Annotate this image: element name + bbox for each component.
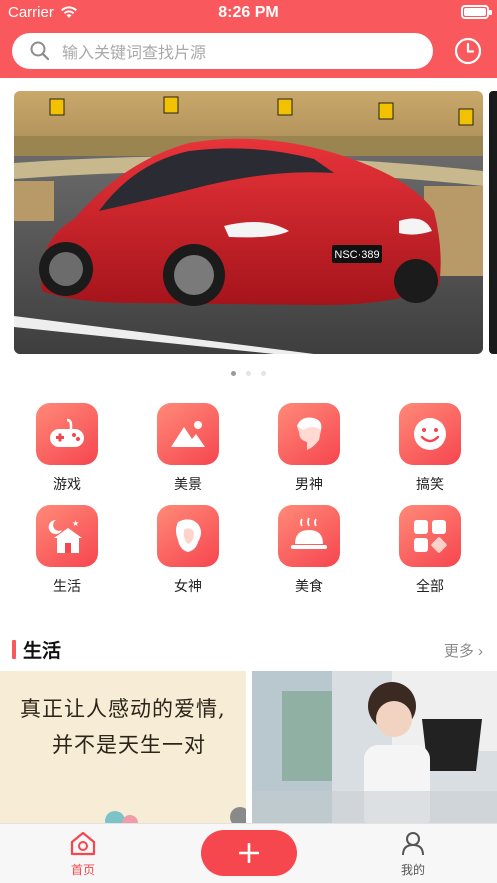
status-time: 8:26 PM — [218, 4, 279, 21]
tab-home[interactable]: 首页 — [53, 830, 113, 878]
chevron-right-icon: › — [478, 643, 483, 660]
clock-icon[interactable] — [453, 36, 483, 66]
category-funny[interactable]: 搞笑 — [395, 403, 465, 494]
grid-icon — [414, 520, 447, 553]
plus-icon — [239, 843, 259, 863]
category-label: 美景 — [174, 476, 202, 492]
more-label: 更多 — [443, 643, 474, 660]
section-title: 生活 — [23, 640, 62, 662]
tab-mine-label: 我的 — [400, 863, 425, 877]
search-icon — [30, 41, 50, 61]
search-placeholder: 输入关键词查找片源 — [62, 45, 207, 62]
plate-text: NSC·389 — [334, 249, 379, 261]
category-label: 美食 — [295, 578, 323, 594]
carousel-dot[interactable] — [231, 371, 236, 376]
user-icon — [402, 832, 424, 856]
banner-carousel[interactable]: NSC·389 — [14, 91, 483, 354]
smile-icon — [414, 418, 446, 450]
thumbnail-image — [252, 671, 497, 831]
status-bar: Carrier 8:26 PM — [0, 0, 497, 26]
category-all[interactable]: 全部 — [395, 505, 465, 596]
carousel-dot[interactable] — [261, 371, 266, 376]
category-label: 全部 — [416, 578, 444, 594]
category-label: 生活 — [53, 578, 81, 594]
mountain-icon — [171, 421, 205, 447]
category-label: 游戏 — [53, 476, 81, 492]
carousel-dots — [0, 371, 497, 376]
header-bar: Carrier 8:26 PM 输入关键词查找片源 — [0, 0, 497, 78]
man-icon — [297, 417, 322, 450]
search-input[interactable]: 输入关键词查找片源 — [12, 33, 433, 69]
video-card[interactable]: 真正让人感动的爱情, 并不是天生一对 — [0, 671, 246, 831]
category-games[interactable]: 游戏 — [32, 403, 102, 494]
woman-icon — [176, 519, 201, 552]
svg-text:★: ★ — [72, 519, 79, 528]
next-banner-peek[interactable] — [489, 91, 497, 354]
banner-image[interactable]: NSC·389 — [14, 91, 483, 354]
video-card[interactable] — [252, 671, 497, 831]
section-header: 生活 — [12, 638, 62, 662]
category-label: 女神 — [174, 578, 202, 594]
battery-icon — [461, 5, 492, 19]
home-icon — [70, 831, 96, 856]
category-female-idol[interactable]: 女神 — [153, 505, 223, 596]
category-food[interactable]: 美食 — [274, 505, 344, 596]
add-button[interactable] — [201, 830, 297, 876]
category-label: 男神 — [295, 476, 323, 492]
category-scenery[interactable]: 美景 — [153, 403, 223, 494]
section-accent-bar — [12, 639, 16, 659]
house-icon: ★ — [48, 519, 82, 553]
decoration-image — [105, 807, 246, 831]
carousel-dot[interactable] — [246, 371, 251, 376]
more-link[interactable]: 更多 › — [444, 640, 483, 661]
category-life[interactable]: ★ 生活 — [32, 505, 102, 596]
food-dome-icon — [291, 517, 327, 549]
tab-home-label: 首页 — [70, 863, 95, 877]
category-male-idol[interactable]: 男神 — [274, 403, 344, 494]
category-label: 搞笑 — [416, 476, 444, 492]
gamepad-icon — [50, 418, 84, 447]
tab-mine[interactable]: 我的 — [383, 830, 443, 878]
